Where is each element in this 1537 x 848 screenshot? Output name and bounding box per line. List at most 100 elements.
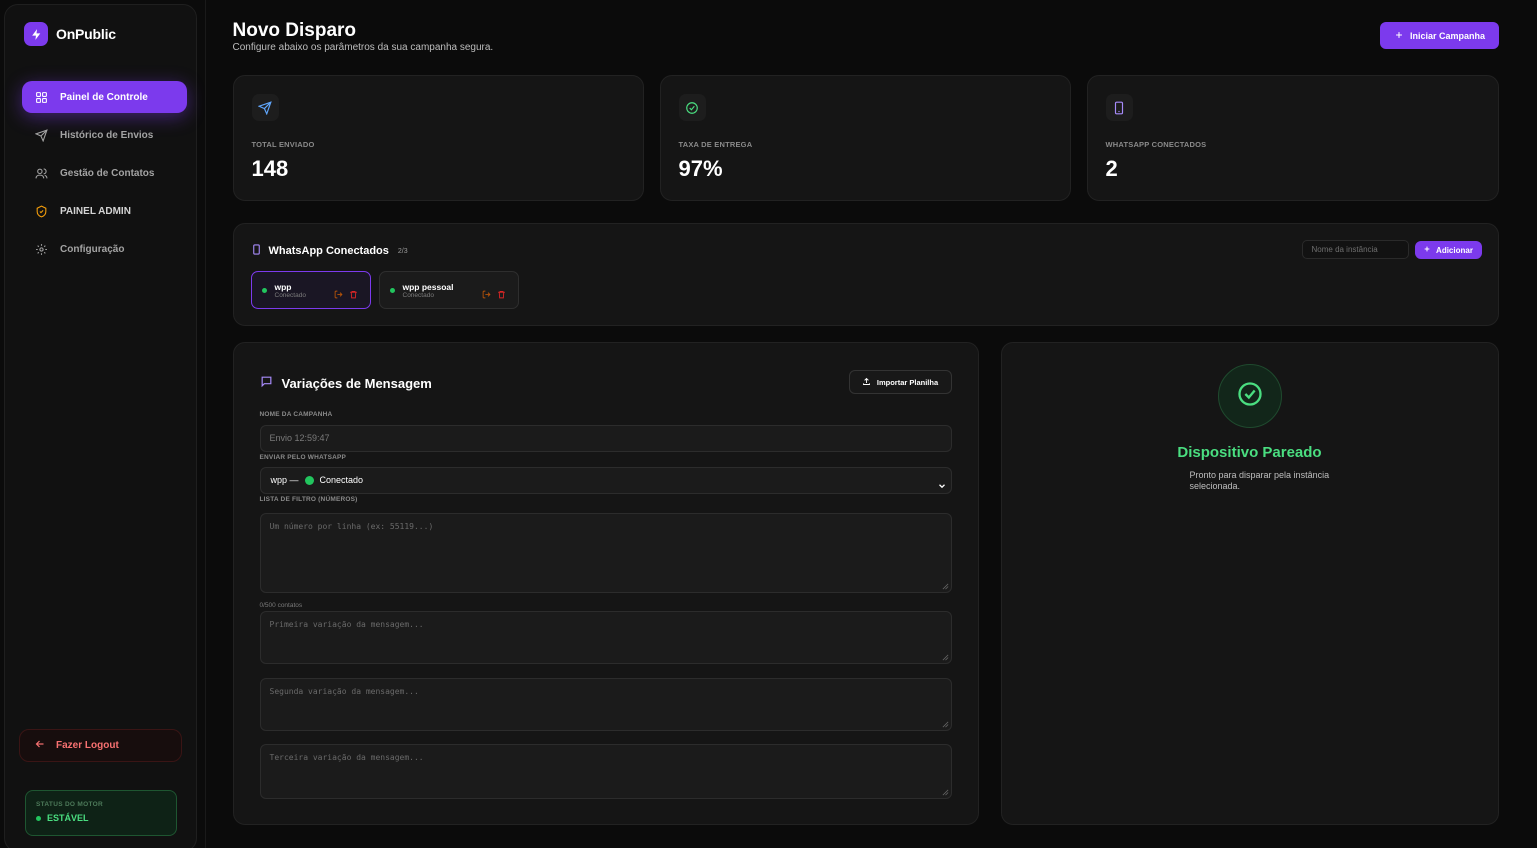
- status-dot-icon: [261, 288, 267, 293]
- form-title-row: Variações de Mensagem: [260, 375, 432, 391]
- stat-value: 148: [251, 156, 289, 181]
- message-icon: [260, 375, 273, 391]
- sidebar-item-label: Gestão de Contatos: [60, 167, 155, 179]
- form-title: Variações de Mensagem: [281, 375, 432, 391]
- status-dot-icon: [389, 288, 395, 293]
- contacts-counter: 0/500 contatos: [259, 602, 303, 609]
- instance-name: wpp pessoal: [402, 282, 454, 292]
- stat-card-whatsapp-connected: WHATSAPP CONECTADOS 2: [1086, 75, 1499, 201]
- arrow-left-icon: [34, 738, 46, 753]
- engine-status-value-row: ESTÁVEL: [36, 813, 166, 823]
- device-subtitle: Pronto para disparar pela instância sele…: [1189, 470, 1330, 491]
- variation-3-placeholder: Terceira variação da mensagem...: [269, 753, 424, 762]
- check-circle-icon: [1236, 380, 1264, 413]
- users-icon: [35, 167, 48, 180]
- brand-name: OnPublic: [56, 26, 116, 42]
- trash-icon[interactable]: [349, 286, 358, 304]
- variation-3-textarea[interactable]: Terceira variação da mensagem...: [259, 744, 952, 799]
- variation-1-placeholder: Primeira variação da mensagem...: [269, 620, 424, 629]
- instance-status: Conectado: [274, 292, 306, 299]
- stat-label: WHATSAPP CONECTADOS: [1105, 140, 1207, 149]
- engine-status-label: STATUS DO MOTOR: [36, 801, 103, 808]
- whatsapp-count: 2/3: [397, 247, 408, 255]
- stat-label: TAXA DE ENTREGA: [678, 140, 753, 149]
- sidebar-item-historico-de-envios[interactable]: Histórico de Envios: [22, 119, 187, 151]
- send-icon: [35, 128, 48, 142]
- green-circle-icon: [304, 476, 314, 485]
- start-campaign-button[interactable]: Iniciar Campanha: [1380, 22, 1499, 49]
- phone-icon: [251, 242, 262, 260]
- filter-list-textarea[interactable]: Um número por linha (ex: 55119...): [259, 513, 952, 593]
- plus-icon: [1423, 245, 1431, 255]
- shield-icon: [35, 204, 48, 218]
- trash-icon[interactable]: [497, 286, 506, 304]
- sidebar-item-label: PAINEL ADMIN: [60, 205, 131, 217]
- variation-1-textarea[interactable]: Primeira variação da mensagem...: [259, 611, 952, 664]
- grid-icon: [35, 91, 48, 104]
- brand[interactable]: OnPublic: [24, 22, 116, 46]
- instance-card-wpp-pessoal[interactable]: wpp pessoal Conectado: [378, 271, 519, 309]
- message-variations-card: Variações de Mensagem Importar Planilha …: [232, 342, 979, 825]
- stat-value: 2: [1105, 156, 1118, 181]
- resize-handle-icon[interactable]: [942, 789, 949, 796]
- upload-icon: [862, 377, 871, 388]
- select-value-status: Conectado: [319, 475, 364, 485]
- check-circle-icon: [678, 94, 706, 121]
- logout-button[interactable]: Fazer Logout: [19, 729, 182, 762]
- add-instance-label: Adicionar: [1436, 245, 1473, 255]
- sidebar-item-gestao-de-contatos[interactable]: Gestão de Contatos: [22, 157, 187, 189]
- variation-2-textarea[interactable]: Segunda variação da mensagem...: [259, 678, 952, 731]
- sidebar-nav: Painel de Controle Histórico de Envios G…: [22, 81, 187, 271]
- sidebar-item-label: Histórico de Envios: [60, 129, 154, 141]
- sidebar: OnPublic Painel de Controle Histórico de…: [4, 4, 197, 848]
- variation-2-placeholder: Segunda variação da mensagem...: [269, 687, 419, 696]
- instance-name: wpp: [274, 282, 292, 292]
- logout-icon[interactable]: [334, 286, 343, 304]
- stat-value: 97%: [678, 156, 723, 181]
- resize-handle-icon[interactable]: [942, 721, 949, 728]
- device-status-card: Dispositivo Pareado Pronto para disparar…: [1000, 342, 1499, 825]
- add-instance-button[interactable]: Adicionar: [1414, 241, 1482, 259]
- filter-list-label: LISTA DE FILTRO (NÚMEROS): [259, 496, 358, 503]
- whatsapp-title: WhatsApp Conectados: [268, 245, 389, 257]
- instance-actions: [482, 286, 506, 304]
- campaign-name-label: NOME DA CAMPANHA: [259, 411, 333, 418]
- status-dot-icon: [36, 815, 41, 821]
- gear-icon: [35, 243, 48, 256]
- stat-card-delivery-rate: TAXA DE ENTREGA 97%: [659, 75, 1071, 201]
- instance-actions: [334, 286, 358, 304]
- import-spreadsheet-button[interactable]: Importar Planilha: [848, 370, 952, 394]
- stat-label: TOTAL ENVIADO: [251, 140, 315, 149]
- select-value-name: wpp —: [270, 475, 299, 485]
- sidebar-item-painel-admin[interactable]: PAINEL ADMIN: [22, 195, 187, 227]
- whatsapp-header: WhatsApp Conectados 2/3: [251, 242, 408, 260]
- logout-label: Fazer Logout: [56, 740, 119, 751]
- resize-handle-icon[interactable]: [942, 654, 949, 661]
- sidebar-item-configuracao[interactable]: Configuração: [22, 233, 187, 265]
- logout-icon[interactable]: [482, 286, 491, 304]
- instance-name-input[interactable]: Nome da instância: [1301, 240, 1409, 259]
- chevron-down-icon: [937, 476, 947, 501]
- start-campaign-label: Iniciar Campanha: [1409, 30, 1486, 41]
- sidebar-item-label: Painel de Controle: [60, 91, 148, 103]
- page-subtitle: Configure abaixo os parâmetros da sua ca…: [232, 42, 494, 53]
- instance-status: Conectado: [402, 292, 434, 299]
- resize-handle-icon[interactable]: [942, 583, 949, 590]
- instance-card-wpp[interactable]: wpp Conectado: [250, 271, 371, 309]
- filter-list-placeholder: Um número por linha (ex: 55119...): [269, 522, 434, 531]
- lightning-icon: [24, 22, 48, 46]
- whatsapp-select-label: ENVIAR PELO WHATSAPP: [259, 454, 347, 461]
- sidebar-item-label: Configuração: [60, 243, 125, 255]
- device-title: Dispositivo Pareado: [1177, 444, 1322, 461]
- device-status-circle: [1217, 364, 1282, 428]
- campaign-name-input[interactable]: Envio 12:59:47: [259, 425, 952, 452]
- page-title: Novo Disparo: [232, 20, 357, 41]
- sidebar-item-painel-de-controle[interactable]: Painel de Controle: [22, 81, 187, 113]
- whatsapp-instances-card: WhatsApp Conectados 2/3 Nome da instânci…: [232, 223, 1499, 326]
- main-content: Novo Disparo Configure abaixo os parâmet…: [204, 0, 1537, 848]
- import-spreadsheet-label: Importar Planilha: [876, 377, 939, 387]
- plus-icon: [1394, 30, 1404, 42]
- whatsapp-select[interactable]: wpp — Conectado: [259, 467, 952, 494]
- phone-icon: [1105, 94, 1133, 121]
- stat-card-total-sent: TOTAL ENVIADO 148: [232, 75, 644, 201]
